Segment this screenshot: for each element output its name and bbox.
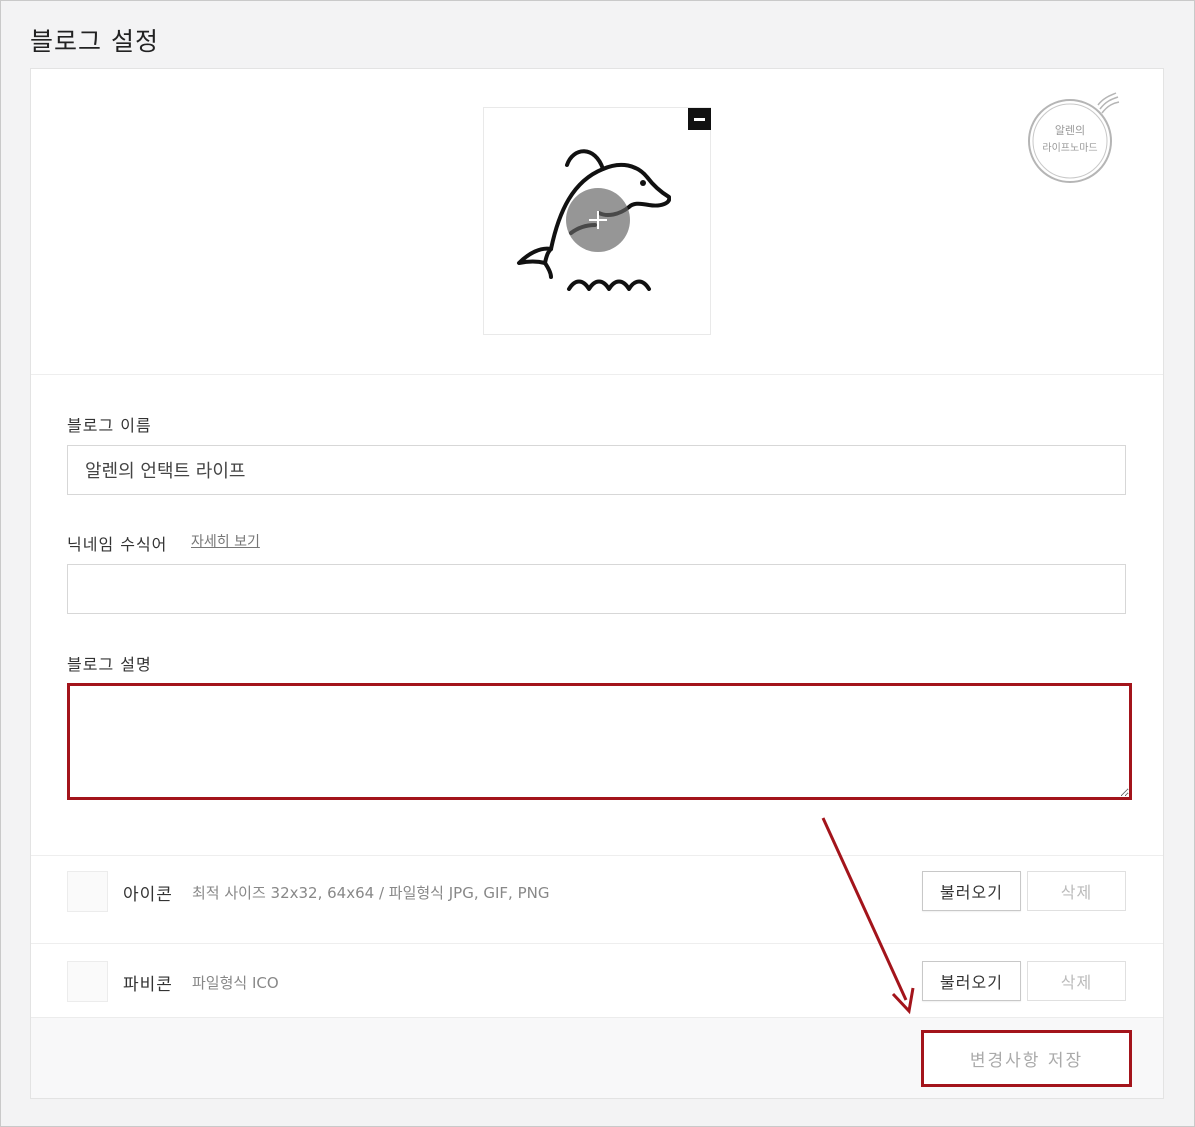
- detail-link[interactable]: 자세히 보기: [191, 531, 260, 551]
- divider: [31, 374, 1163, 375]
- save-changes-button[interactable]: 변경사항 저장: [921, 1030, 1132, 1087]
- nickname-label: 닉네임 수식어: [67, 535, 168, 554]
- minus-icon: [694, 117, 705, 121]
- blog-description-textarea[interactable]: [67, 683, 1132, 800]
- add-image-button[interactable]: [566, 188, 630, 252]
- divider: [31, 943, 1163, 944]
- plus-icon-vertical: [597, 211, 599, 229]
- favicon-thumbnail: [67, 961, 108, 1002]
- blog-name-input[interactable]: [67, 445, 1126, 495]
- remove-image-button[interactable]: [688, 108, 711, 130]
- page-title: 블로그 설정: [30, 27, 159, 56]
- icon-load-button[interactable]: 불러오기: [922, 871, 1021, 911]
- settings-card: 알렌의 라이프노마드 블로그 이름 닉네임 수식어 자세히 보기 블로그 설명 …: [30, 68, 1164, 1099]
- favicon-hint: 파일형식 ICO: [192, 974, 279, 992]
- blog-description-label: 블로그 설명: [67, 655, 152, 674]
- favicon-delete-button[interactable]: 삭제: [1027, 961, 1126, 1001]
- blog-name-label: 블로그 이름: [67, 416, 152, 435]
- icon-label: 아이콘: [123, 885, 173, 905]
- favicon-label: 파비콘: [123, 975, 173, 995]
- watermark-line2: 라이프노마드: [1042, 142, 1097, 154]
- icon-hint: 최적 사이즈 32x32, 64x64 / 파일형식 JPG, GIF, PNG: [192, 884, 550, 902]
- nickname-input[interactable]: [67, 564, 1126, 614]
- favicon-load-button[interactable]: 불러오기: [922, 961, 1021, 1001]
- divider: [31, 855, 1163, 856]
- icon-delete-button[interactable]: 삭제: [1027, 871, 1126, 911]
- watermark-stamp: 알렌의 라이프노마드: [1028, 92, 1120, 183]
- icon-thumbnail: [67, 871, 108, 912]
- watermark-line1: 알렌의: [1055, 123, 1085, 137]
